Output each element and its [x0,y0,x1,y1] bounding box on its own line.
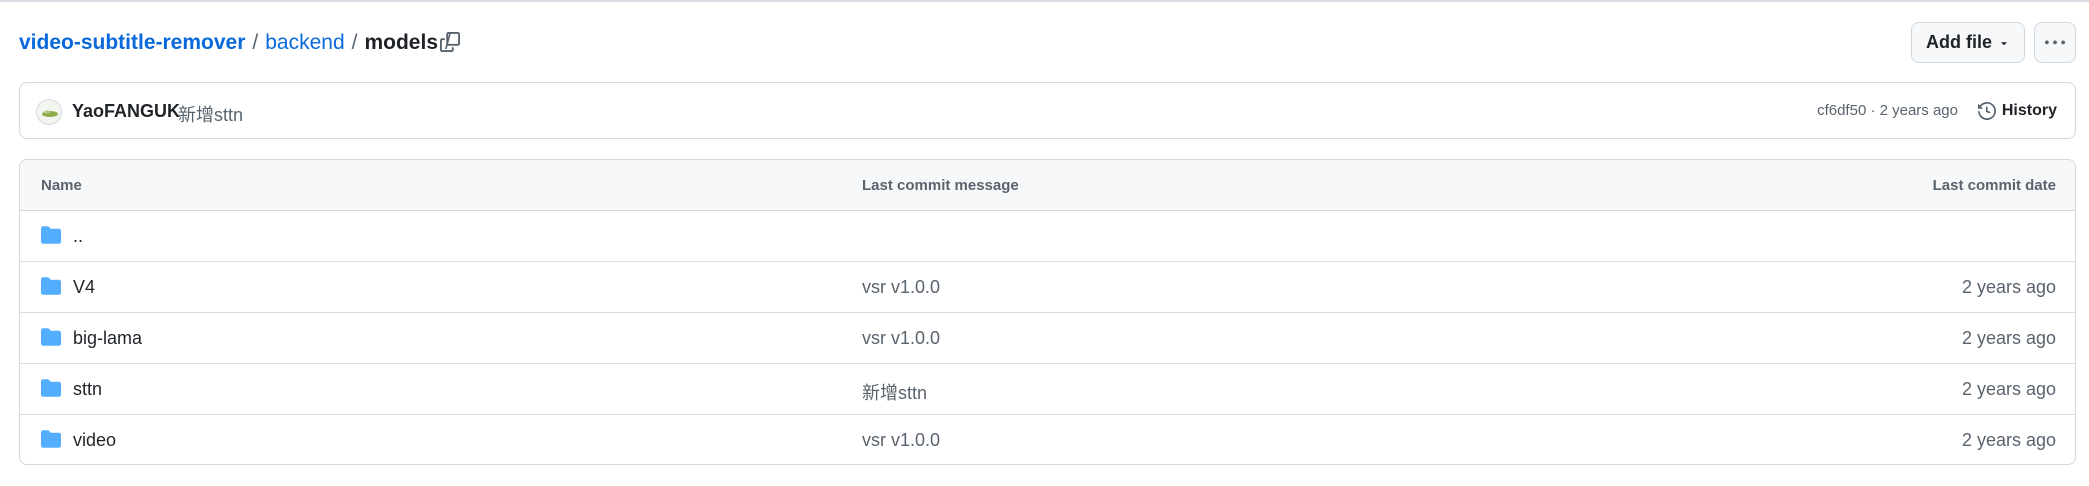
row-name[interactable]: sttn [73,379,102,400]
file-table: Name Last commit message Last commit dat… [19,159,2076,465]
avatar[interactable] [36,99,62,125]
add-file-button[interactable]: Add file [1911,22,2025,63]
commit-hash-and-time[interactable]: cf6df50 · 2 years ago [1817,102,1958,119]
table-row[interactable]: big-lama vsr v1.0.0 2 years ago [20,313,2075,364]
row-date: 2 years ago [1961,430,2056,450]
column-header-date: Last commit date [1932,177,2056,194]
history-button[interactable]: History [1977,97,2057,125]
add-file-label: Add file [1926,32,1992,52]
row-message[interactable]: vsr v1.0.0 [862,277,940,298]
breadcrumb-separator: / [252,31,259,54]
folder-icon [41,379,61,397]
copy-path-button[interactable] [436,27,464,57]
row-name[interactable]: V4 [73,277,95,298]
table-row[interactable]: video vsr v1.0.0 2 years ago [20,415,2075,464]
table-row[interactable]: .. [20,211,2075,262]
row-name[interactable]: .. [73,226,83,247]
breadcrumb-folder-link[interactable]: backend [265,31,344,55]
folder-icon [41,328,61,346]
table-header: Name Last commit message Last commit dat… [20,160,2075,211]
row-message[interactable]: vsr v1.0.0 [862,328,940,349]
avatar-image-icon [37,100,61,124]
more-options-button[interactable] [2034,22,2076,63]
folder-icon [41,226,61,244]
latest-commit-bar: YaoFANGUK 新增sttn cf6df50 · 2 years ago H… [19,82,2076,139]
copy-icon [440,32,460,52]
history-icon [1977,102,1996,120]
breadcrumb-separator: / [351,31,358,54]
row-name[interactable]: big-lama [73,328,142,349]
table-row[interactable]: V4 vsr v1.0.0 2 years ago [20,262,2075,313]
row-date: 2 years ago [1961,328,2056,348]
kebab-horizontal-icon [2045,40,2065,44]
folder-icon [41,277,61,295]
row-date: 2 years ago [1961,277,2056,297]
column-header-message: Last commit message [862,177,1019,194]
breadcrumb-repo-link[interactable]: video-subtitle-remover [19,31,245,55]
commit-message[interactable]: 新增sttn [178,101,243,127]
folder-icon [41,430,61,448]
column-header-name: Name [41,177,82,194]
row-message[interactable]: vsr v1.0.0 [862,430,940,451]
triangle-down-icon [2001,41,2007,45]
commit-author[interactable]: YaoFANGUK [72,101,180,122]
table-row[interactable]: sttn 新增sttn 2 years ago [20,364,2075,415]
row-date: 2 years ago [1961,379,2056,399]
history-label: History [2001,102,2057,119]
row-message[interactable]: 新增sttn [862,379,927,405]
breadcrumb: video-subtitle-remover / backend / model… [19,26,458,60]
top-divider [0,0,2089,2]
row-name[interactable]: video [73,430,116,451]
breadcrumb-current: models [364,31,439,54]
